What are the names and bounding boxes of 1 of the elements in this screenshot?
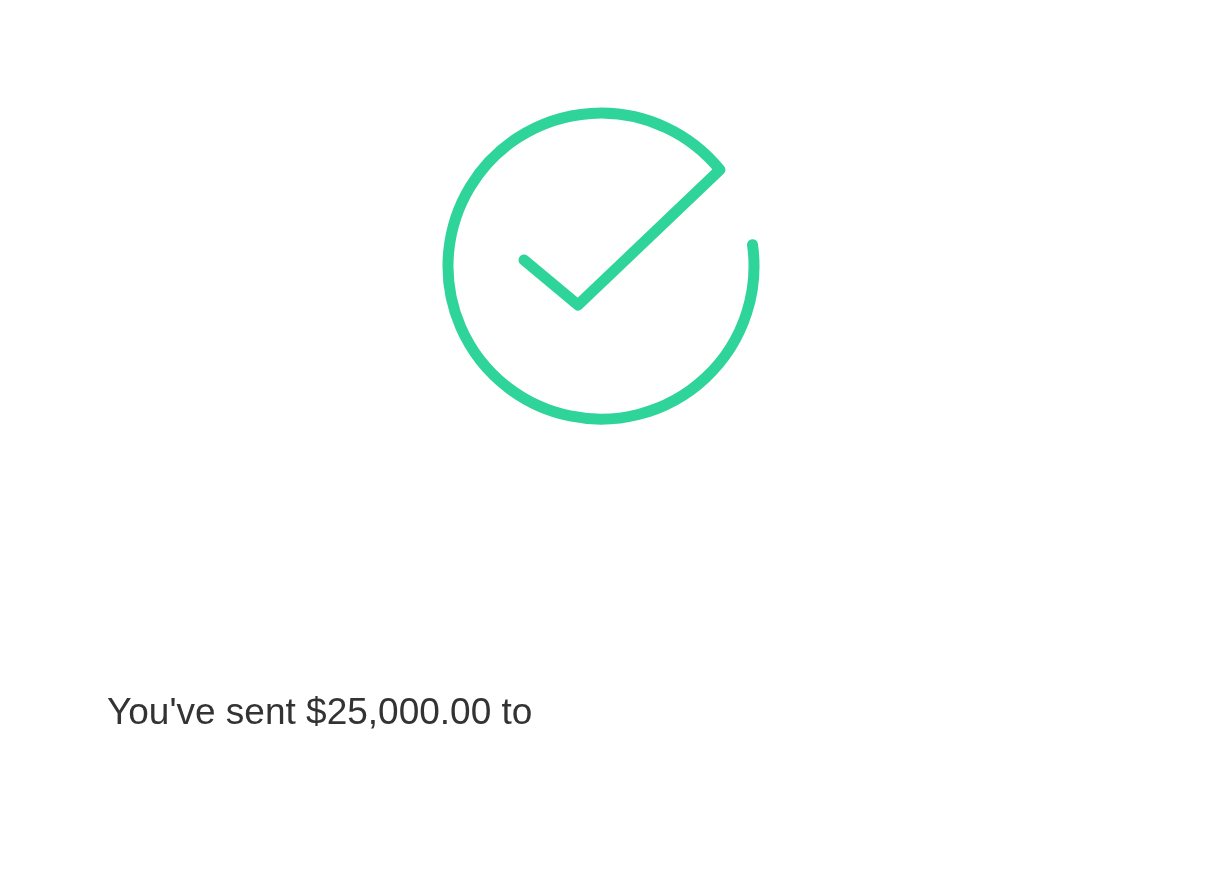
confirmation-message: You've sent $25,000.00 to [107,691,533,733]
